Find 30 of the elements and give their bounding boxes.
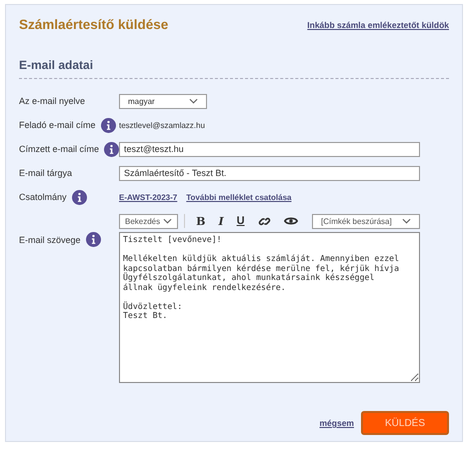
sender-email: tesztlevel@szamlazz.hu [119,120,205,130]
cancel-link[interactable]: mégsem [320,418,354,428]
attachment-link[interactable]: E-AWST-2023-7 [119,192,178,202]
field-label: Címzett e-mail címe [19,144,99,154]
info-icon[interactable] [104,142,119,156]
italic-button[interactable]: I [213,214,229,228]
field-label: E-mail szövege [19,234,81,244]
format-select[interactable]: Bekezdés [119,214,178,228]
chevron-down-icon [189,98,198,104]
field-label: E-mail tárgya [19,168,72,178]
field-label: Csatolmány [19,192,67,202]
bold-button[interactable]: B [191,214,210,228]
underline-button[interactable]: U [232,215,250,227]
field-label: Az e-mail nyelve [19,96,86,106]
tags-select[interactable]: [Címkék beszúrása] [312,214,420,228]
input-field[interactable]: Számlaértesítő - Teszt Bt. [119,166,420,180]
link-icon [258,214,271,228]
info-icon[interactable] [86,232,101,247]
input-field[interactable]: teszt@teszt.hu [119,142,420,156]
info-icon[interactable] [72,190,87,204]
field-label: Feladó e-mail címe [19,120,96,130]
email-body-field[interactable]: Tisztelt [vevőneve]! Mellékelten küldjük aktuális számláját. Amennyiben ezzel kapcsolatban bármilyen kérdése merülne fel, kérjük hívja Ügyfélszolgálatunkat, ahol munkatársaink készséggel állnak ügyfeleink rendelkezésére. Üdvözlettel: Teszt Bt. [119,232,420,383]
info-icon[interactable] [100,118,116,132]
language-select[interactable]: magyar [119,94,207,108]
chevron-down-icon [402,218,411,224]
page-title: Számlaértesítő küldése [19,17,168,32]
reminder-link[interactable]: Inkább számla emlékeztetőt küldök [307,20,449,30]
section-title: E-mail adatai [19,58,449,79]
attachment-link[interactable]: További melléklet csatolása [186,192,292,202]
chevron-down-icon [163,218,172,224]
